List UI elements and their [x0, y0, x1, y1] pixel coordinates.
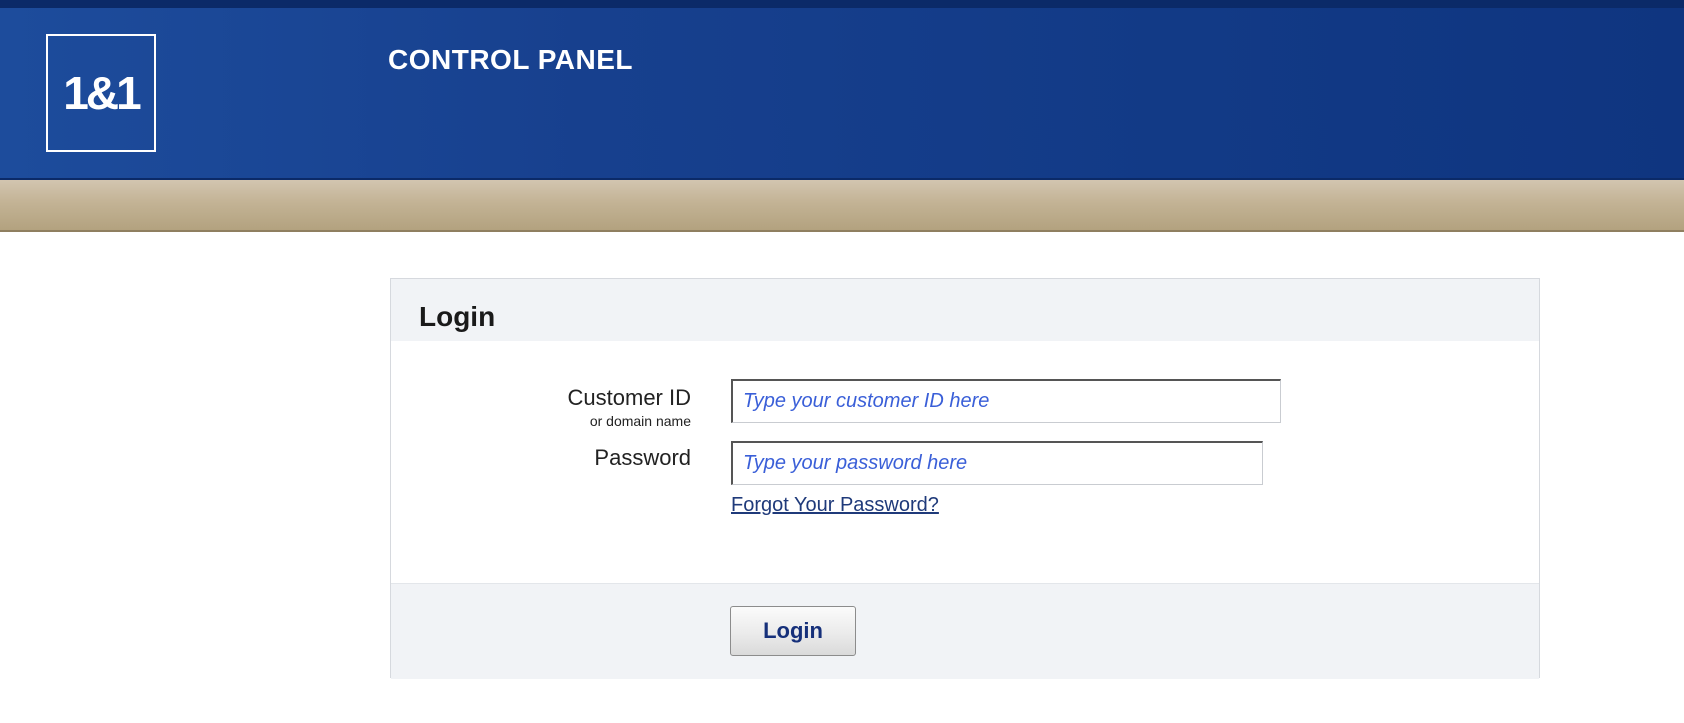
login-panel-footer: Login: [391, 583, 1539, 679]
login-button[interactable]: Login: [730, 606, 856, 656]
customer-id-sublabel: or domain name: [589, 413, 691, 429]
login-panel: Login Customer ID or domain name Passwor…: [390, 278, 1540, 679]
app-title: CONTROL PANEL: [388, 44, 634, 75]
password-input[interactable]: [731, 441, 1263, 485]
header-bar: 1&1 CONTROL PANEL: [0, 0, 1684, 180]
login-panel-header: Login: [391, 279, 1539, 341]
customer-id-label: Customer ID: [567, 385, 691, 410]
customer-id-input[interactable]: [731, 379, 1281, 423]
page: 1&1 CONTROL PANEL Login Customer ID or d…: [0, 0, 1684, 723]
login-form: Customer ID or domain name Password Forg…: [391, 341, 1539, 583]
nav-bar: [0, 180, 1684, 232]
forgot-password-link[interactable]: Forgot Your Password?: [731, 494, 939, 517]
logo-text: 1&1: [63, 67, 141, 119]
password-label: Password: [594, 445, 691, 470]
brand-logo[interactable]: 1&1: [46, 34, 156, 152]
login-title: Login: [419, 301, 496, 332]
